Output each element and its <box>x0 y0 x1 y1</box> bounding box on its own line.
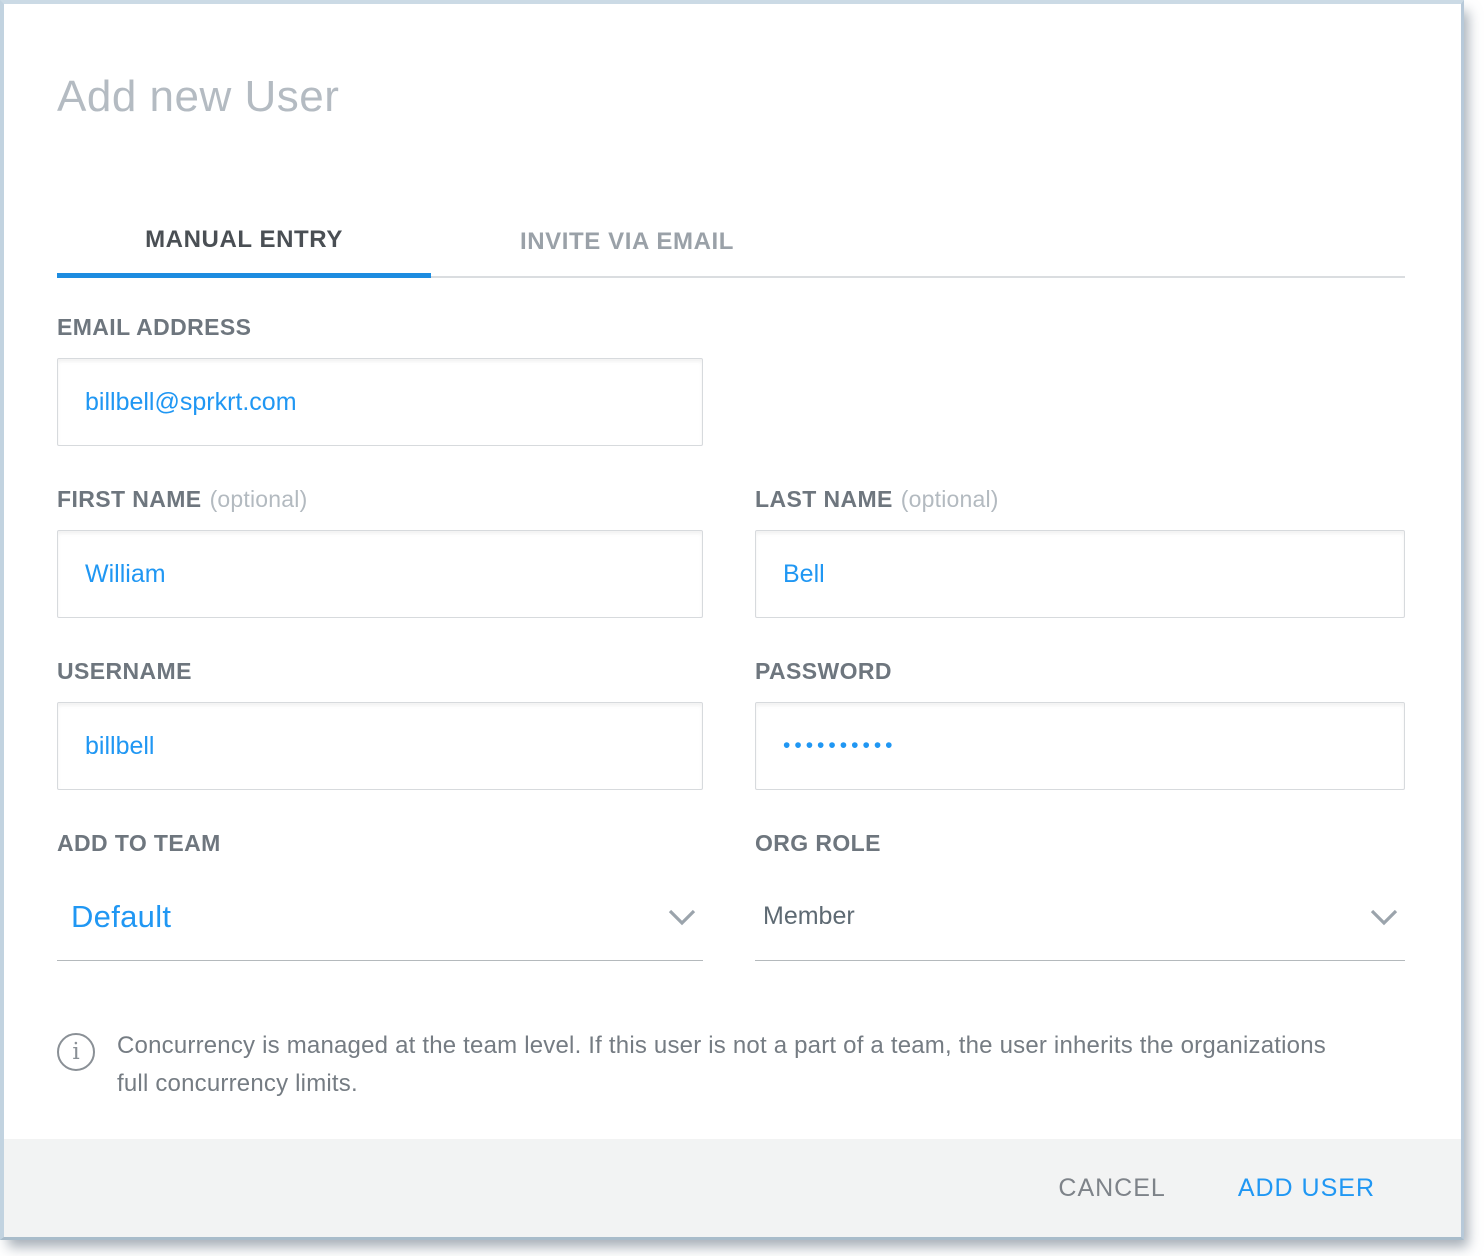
chevron-down-icon <box>667 908 697 926</box>
username-block: USERNAME <box>57 658 703 790</box>
email-field[interactable] <box>57 358 703 446</box>
last-name-field[interactable] <box>755 530 1405 618</box>
first-name-label: FIRST NAME (optional) <box>57 486 703 513</box>
org-role-select[interactable]: Member <box>755 873 1405 961</box>
add-to-team-selected-value: Default <box>57 899 171 935</box>
dialog-content: Add new User MANUAL ENTRY INVITE VIA EMA… <box>4 4 1461 1139</box>
tab-manual-entry[interactable]: MANUAL ENTRY <box>57 226 431 278</box>
org-role-selected-value: Member <box>755 902 855 931</box>
first-name-optional-hint: (optional) <box>210 486 308 512</box>
last-name-optional-hint: (optional) <box>901 486 999 512</box>
last-name-label-text: LAST NAME <box>755 486 893 512</box>
concurrency-note-text: Concurrency is managed at the team level… <box>117 1027 1327 1103</box>
email-field-block: EMAIL ADDRESS <box>57 314 1405 446</box>
password-block: PASSWORD <box>755 658 1405 790</box>
first-name-field[interactable] <box>57 530 703 618</box>
cancel-button[interactable]: CANCEL <box>1058 1174 1165 1203</box>
tab-bar: MANUAL ENTRY INVITE VIA EMAIL <box>57 226 1405 278</box>
first-name-label-text: FIRST NAME <box>57 486 202 512</box>
tab-invite-via-email[interactable]: INVITE VIA EMAIL <box>431 226 823 276</box>
add-to-team-block: ADD TO TEAM Default <box>57 830 703 961</box>
add-to-team-label: ADD TO TEAM <box>57 830 703 857</box>
password-label: PASSWORD <box>755 658 1405 685</box>
email-label: EMAIL ADDRESS <box>57 314 1405 341</box>
add-user-dialog: Add new User MANUAL ENTRY INVITE VIA EMA… <box>0 0 1464 1240</box>
org-role-label: ORG ROLE <box>755 830 1405 857</box>
first-name-block: FIRST NAME (optional) <box>57 486 703 618</box>
name-row: FIRST NAME (optional) LAST NAME (optional) <box>57 486 1405 618</box>
credentials-row: USERNAME PASSWORD <box>57 658 1405 790</box>
concurrency-note: i Concurrency is managed at the team lev… <box>57 1027 1405 1103</box>
add-user-button[interactable]: ADD USER <box>1238 1174 1375 1203</box>
username-label: USERNAME <box>57 658 703 685</box>
last-name-label: LAST NAME (optional) <box>755 486 1405 513</box>
last-name-block: LAST NAME (optional) <box>755 486 1405 618</box>
username-field[interactable] <box>57 702 703 790</box>
org-role-block: ORG ROLE Member <box>755 830 1405 961</box>
dropdown-row: ADD TO TEAM Default ORG ROLE Member <box>57 830 1405 961</box>
dialog-title: Add new User <box>57 72 1405 122</box>
password-field[interactable] <box>755 702 1405 790</box>
add-to-team-select[interactable]: Default <box>57 873 703 961</box>
dialog-footer: CANCEL ADD USER <box>4 1139 1461 1237</box>
page-background: Add new User MANUAL ENTRY INVITE VIA EMA… <box>0 0 1484 1256</box>
chevron-down-icon <box>1369 908 1399 926</box>
info-icon: i <box>57 1033 95 1071</box>
